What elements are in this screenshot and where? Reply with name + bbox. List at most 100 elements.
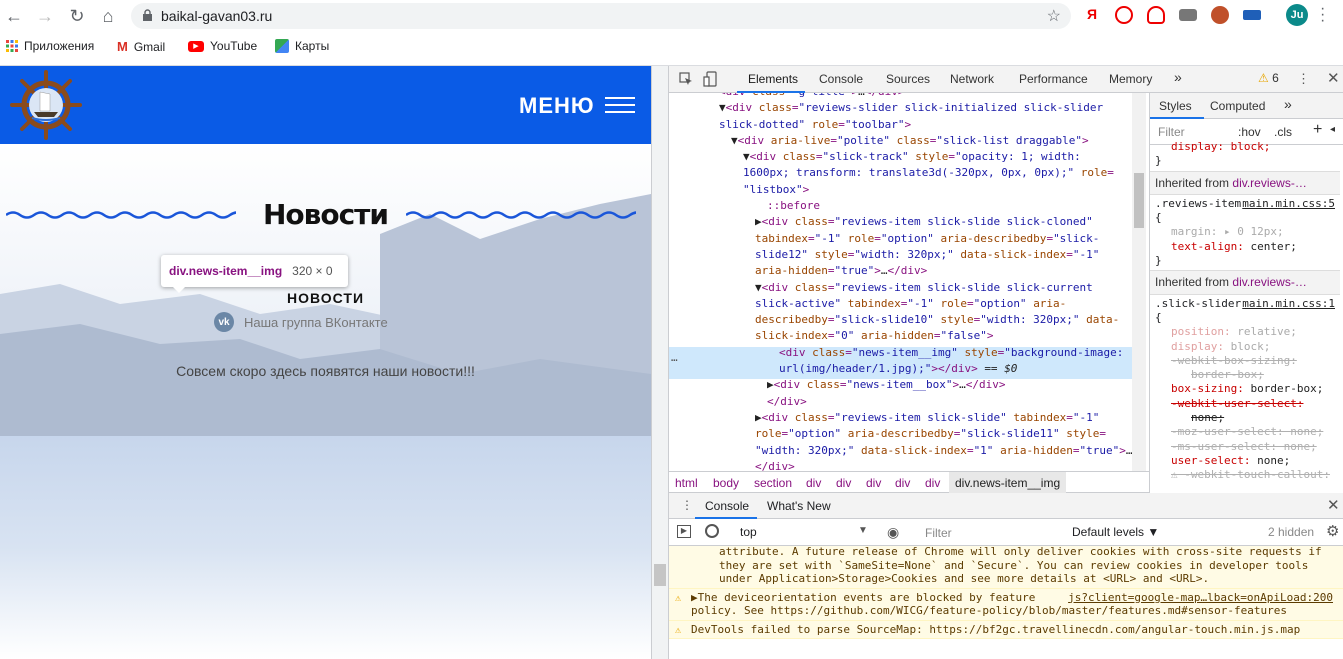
breadcrumb-item[interactable]: html [675,476,698,490]
close-devtools-icon[interactable]: ✕ [1327,69,1340,87]
more-panes-icon[interactable]: » [1284,96,1292,112]
console-filter-input[interactable]: Filter [925,526,952,540]
dom-line[interactable]: </div> [669,394,1132,410]
home-icon[interactable]: ⌂ [97,5,119,27]
bookmark-maps[interactable]: Карты [275,39,329,53]
tab-elements[interactable]: Elements [748,72,798,86]
css-rule-reviews-item[interactable]: main.min.css:5 .reviews-item { margin: ▸… [1150,195,1340,270]
dom-line[interactable]: describedby="slick-slide10" style="width… [669,312,1132,328]
devtools-menu-icon[interactable]: ⋮ [1297,71,1310,87]
breadcrumb-item[interactable]: div [806,476,821,490]
menu-label[interactable]: МЕНЮ [519,93,595,119]
tab-sources[interactable]: Sources [886,72,930,86]
inherited-link[interactable]: div.reviews-… [1232,275,1306,289]
breadcrumb-item[interactable]: div [836,476,851,490]
profile-avatar[interactable]: Ju [1286,4,1308,26]
dom-line[interactable]: slick-active" tabindex="-1" role="option… [669,296,1132,312]
source-link[interactable]: js?client=google-map…lback=onApiLoad:200 [1068,591,1333,605]
dom-line[interactable]: ▼<div class="reviews-item slick-slide sl… [669,280,1132,296]
console-warning[interactable]: ⚠ js?client=google-map…lback=onApiLoad:2… [669,588,1343,621]
yandex-extension-icon[interactable]: Я [1083,6,1101,24]
extension-icon-4[interactable] [1243,10,1261,20]
dom-line[interactable]: ▼<div class="reviews-slider slick-initia… [669,100,1132,116]
elements-tree[interactable]: … <div class="g-title">…</div> ▼<div cla… [669,93,1134,471]
warnings-counter[interactable]: ⚠ 6 [1258,71,1279,85]
inspect-element-icon[interactable] [679,72,693,86]
dom-line[interactable]: ▼<div class="slick-track" style="opacity… [669,149,1132,165]
tab-whats-new[interactable]: What's New [767,499,831,513]
dom-line[interactable]: ▶<div class="news-item__box">…</div> [669,377,1132,393]
dom-line-selected[interactable]: <div class="news-item__img" style="backg… [669,345,1132,361]
breadcrumb-item[interactable]: div [925,476,940,490]
context-select[interactable]: top [740,525,757,539]
css-selector[interactable]: .slick-slider { [1155,297,1241,324]
close-drawer-icon[interactable]: ✕ [1327,496,1340,514]
dom-line[interactable]: slick-dotted" role="toolbar"> [669,117,1132,133]
hov-toggle[interactable]: :hov [1238,125,1261,139]
dom-line[interactable]: role="option" aria-describedby="slick-sl… [669,426,1132,442]
chrome-menu-icon[interactable]: · · · [1320,1,1326,29]
inherited-link[interactable]: div.reviews-… [1232,176,1306,190]
address-bar[interactable]: baikal-gavan03.ru ☆ [131,3,1071,29]
css-source-link[interactable]: main.min.css:5 [1242,197,1335,211]
bookmark-youtube[interactable]: ▶ YouTube [188,39,257,53]
bookmark-star-icon[interactable]: ☆ [1047,6,1061,26]
log-levels-select[interactable]: Default levels ▼ [1072,525,1159,539]
tab-performance[interactable]: Performance [1019,72,1088,86]
dom-line[interactable]: </div> [669,459,1132,471]
hamburger-menu-icon[interactable] [605,97,635,114]
back-icon[interactable]: ← [3,5,25,27]
live-expression-eye-icon[interactable]: ◉ [887,524,899,541]
vk-group-link[interactable]: vk Наша группа ВКонтакте [214,312,388,332]
breadcrumb-item-selected[interactable]: div.news-item__img [949,472,1067,494]
scroll-handle[interactable] [654,564,666,586]
console-settings-gear-icon[interactable]: ⚙ [1326,522,1339,540]
dom-line[interactable]: ▼<div aria-live="polite" class="slick-li… [669,133,1132,149]
scrollbar-thumb[interactable] [1134,173,1144,228]
breadcrumb-item[interactable]: div [895,476,910,490]
dom-line[interactable]: "width: 320px;" data-slick-index="1" ari… [669,443,1132,459]
tab-memory[interactable]: Memory [1109,72,1152,86]
dom-line[interactable]: ▶<div class="reviews-item slick-slide sl… [669,214,1132,230]
more-tabs-icon[interactable]: » [1174,69,1182,85]
sidebar-toggle-icon[interactable]: ▶ [677,525,691,538]
dom-line[interactable]: ::before [669,198,1132,214]
ship-wheel-logo[interactable] [10,70,82,140]
dom-line[interactable]: slick-index="0" aria-hidden="false"> [669,328,1132,344]
new-rule-icon[interactable]: + [1313,121,1322,139]
css-selector[interactable]: .reviews-item { [1155,197,1241,224]
context-dropdown-icon[interactable]: ▼ [858,525,868,536]
breadcrumb-item[interactable]: body [713,476,739,490]
elements-scrollbar[interactable] [1132,93,1146,471]
extension-icon[interactable] [1115,6,1133,24]
device-toolbar-icon[interactable] [703,71,717,87]
devtools-splitter[interactable] [651,66,669,659]
bookmark-apps[interactable]: Приложения [6,39,94,53]
css-rule-slick-slider[interactable]: main.min.css:1 .slick-slider { position:… [1150,295,1340,485]
breadcrumb-item[interactable]: section [754,476,792,490]
tab-network[interactable]: Network [950,72,994,86]
cloud-extension-icon[interactable] [1147,6,1165,24]
extension-icon-2[interactable] [1179,9,1197,21]
toggle-sidebar-icon[interactable]: ◂ [1330,124,1335,135]
breadcrumb-item[interactable]: div [866,476,881,490]
css-source-link[interactable]: main.min.css:1 [1242,297,1335,311]
bookmark-gmail[interactable]: M Gmail [117,39,165,54]
dom-line-selected[interactable]: url(img/header/1.jpg);"></div> == $0 [669,361,1132,377]
reload-icon[interactable]: ↻ [66,5,88,27]
console-warning[interactable]: ⚠ DevTools failed to parse SourceMap: ht… [669,620,1343,639]
dom-line[interactable]: "listbox"> [669,182,1132,198]
tab-computed[interactable]: Computed [1210,99,1265,113]
tab-console[interactable]: Console [819,72,863,86]
drawer-menu-icon[interactable]: ⋮ [681,498,693,512]
forward-icon[interactable]: → [34,5,56,27]
styles-filter-input[interactable]: Filter [1158,125,1185,139]
dom-line[interactable]: slide12" style="width: 320px;" data-slic… [669,247,1132,263]
tab-console-drawer[interactable]: Console [705,499,749,513]
dom-line[interactable]: <div class="g-title">…</div> [669,93,1132,100]
cls-toggle[interactable]: .cls [1274,125,1292,139]
console-warning[interactable]: attribute. A future release of Chrome wi… [669,546,1343,589]
tab-styles[interactable]: Styles [1159,99,1192,113]
dom-line[interactable]: aria-hidden="true">…</div> [669,263,1132,279]
extension-icon-3[interactable] [1211,6,1229,24]
